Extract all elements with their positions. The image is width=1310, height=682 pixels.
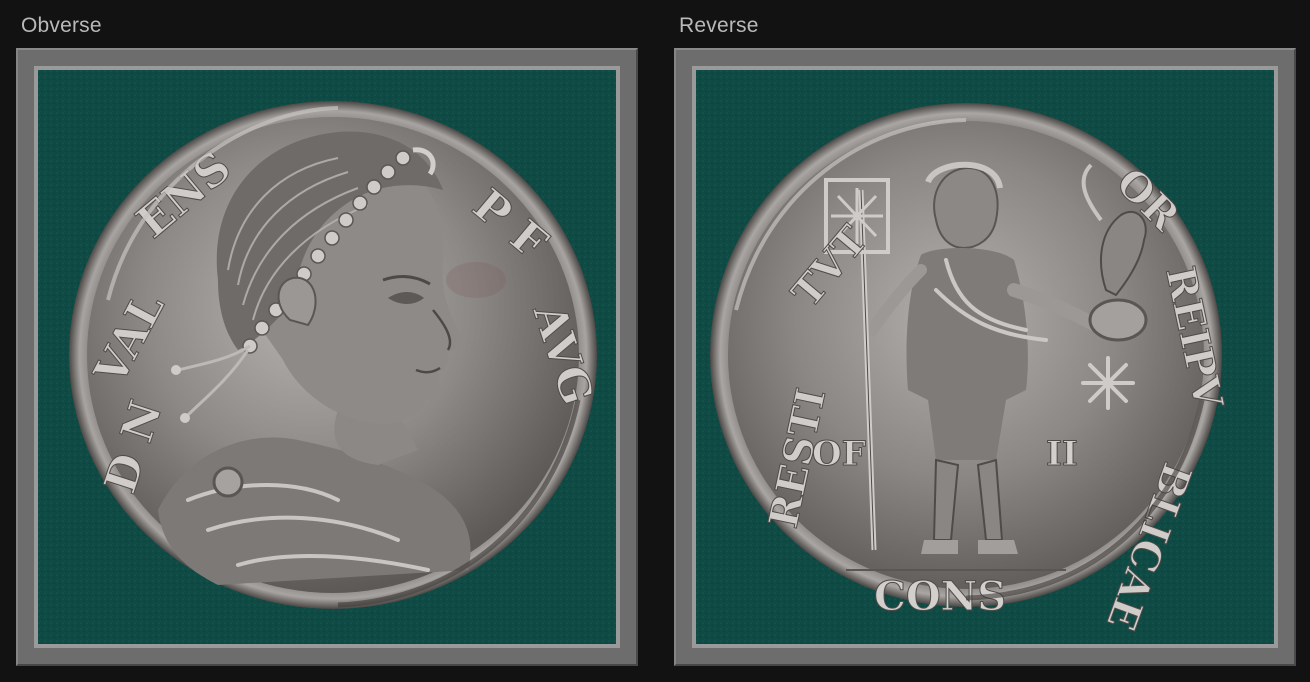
svg-text:II: II <box>1046 434 1078 474</box>
reverse-photo[interactable]: RESTI TVT OR REIPV BLICAE OF II CONS <box>696 70 1274 644</box>
svg-text:OF: OF <box>812 434 866 474</box>
reverse-label: Reverse <box>679 14 759 37</box>
obverse-frame-inner: D N VAL ENS P F AVG <box>34 66 620 648</box>
coin-image-viewer: Obverse D N VAL ENS P F AVG Reverse REST… <box>0 0 1310 682</box>
obverse-panel: Obverse D N VAL ENS P F AVG <box>16 0 638 682</box>
reverse-frame-inner: RESTI TVT OR REIPV BLICAE OF II CONS <box>692 66 1278 648</box>
obverse-frame: D N VAL ENS P F AVG <box>16 48 638 666</box>
obverse-photo[interactable]: D N VAL ENS P F AVG <box>38 70 616 644</box>
reverse-panel: Reverse RESTI TVT OR REIPV BLICAE OF II … <box>674 0 1296 682</box>
reverse-frame: RESTI TVT OR REIPV BLICAE OF II CONS <box>674 48 1296 666</box>
obverse-label: Obverse <box>21 14 102 37</box>
